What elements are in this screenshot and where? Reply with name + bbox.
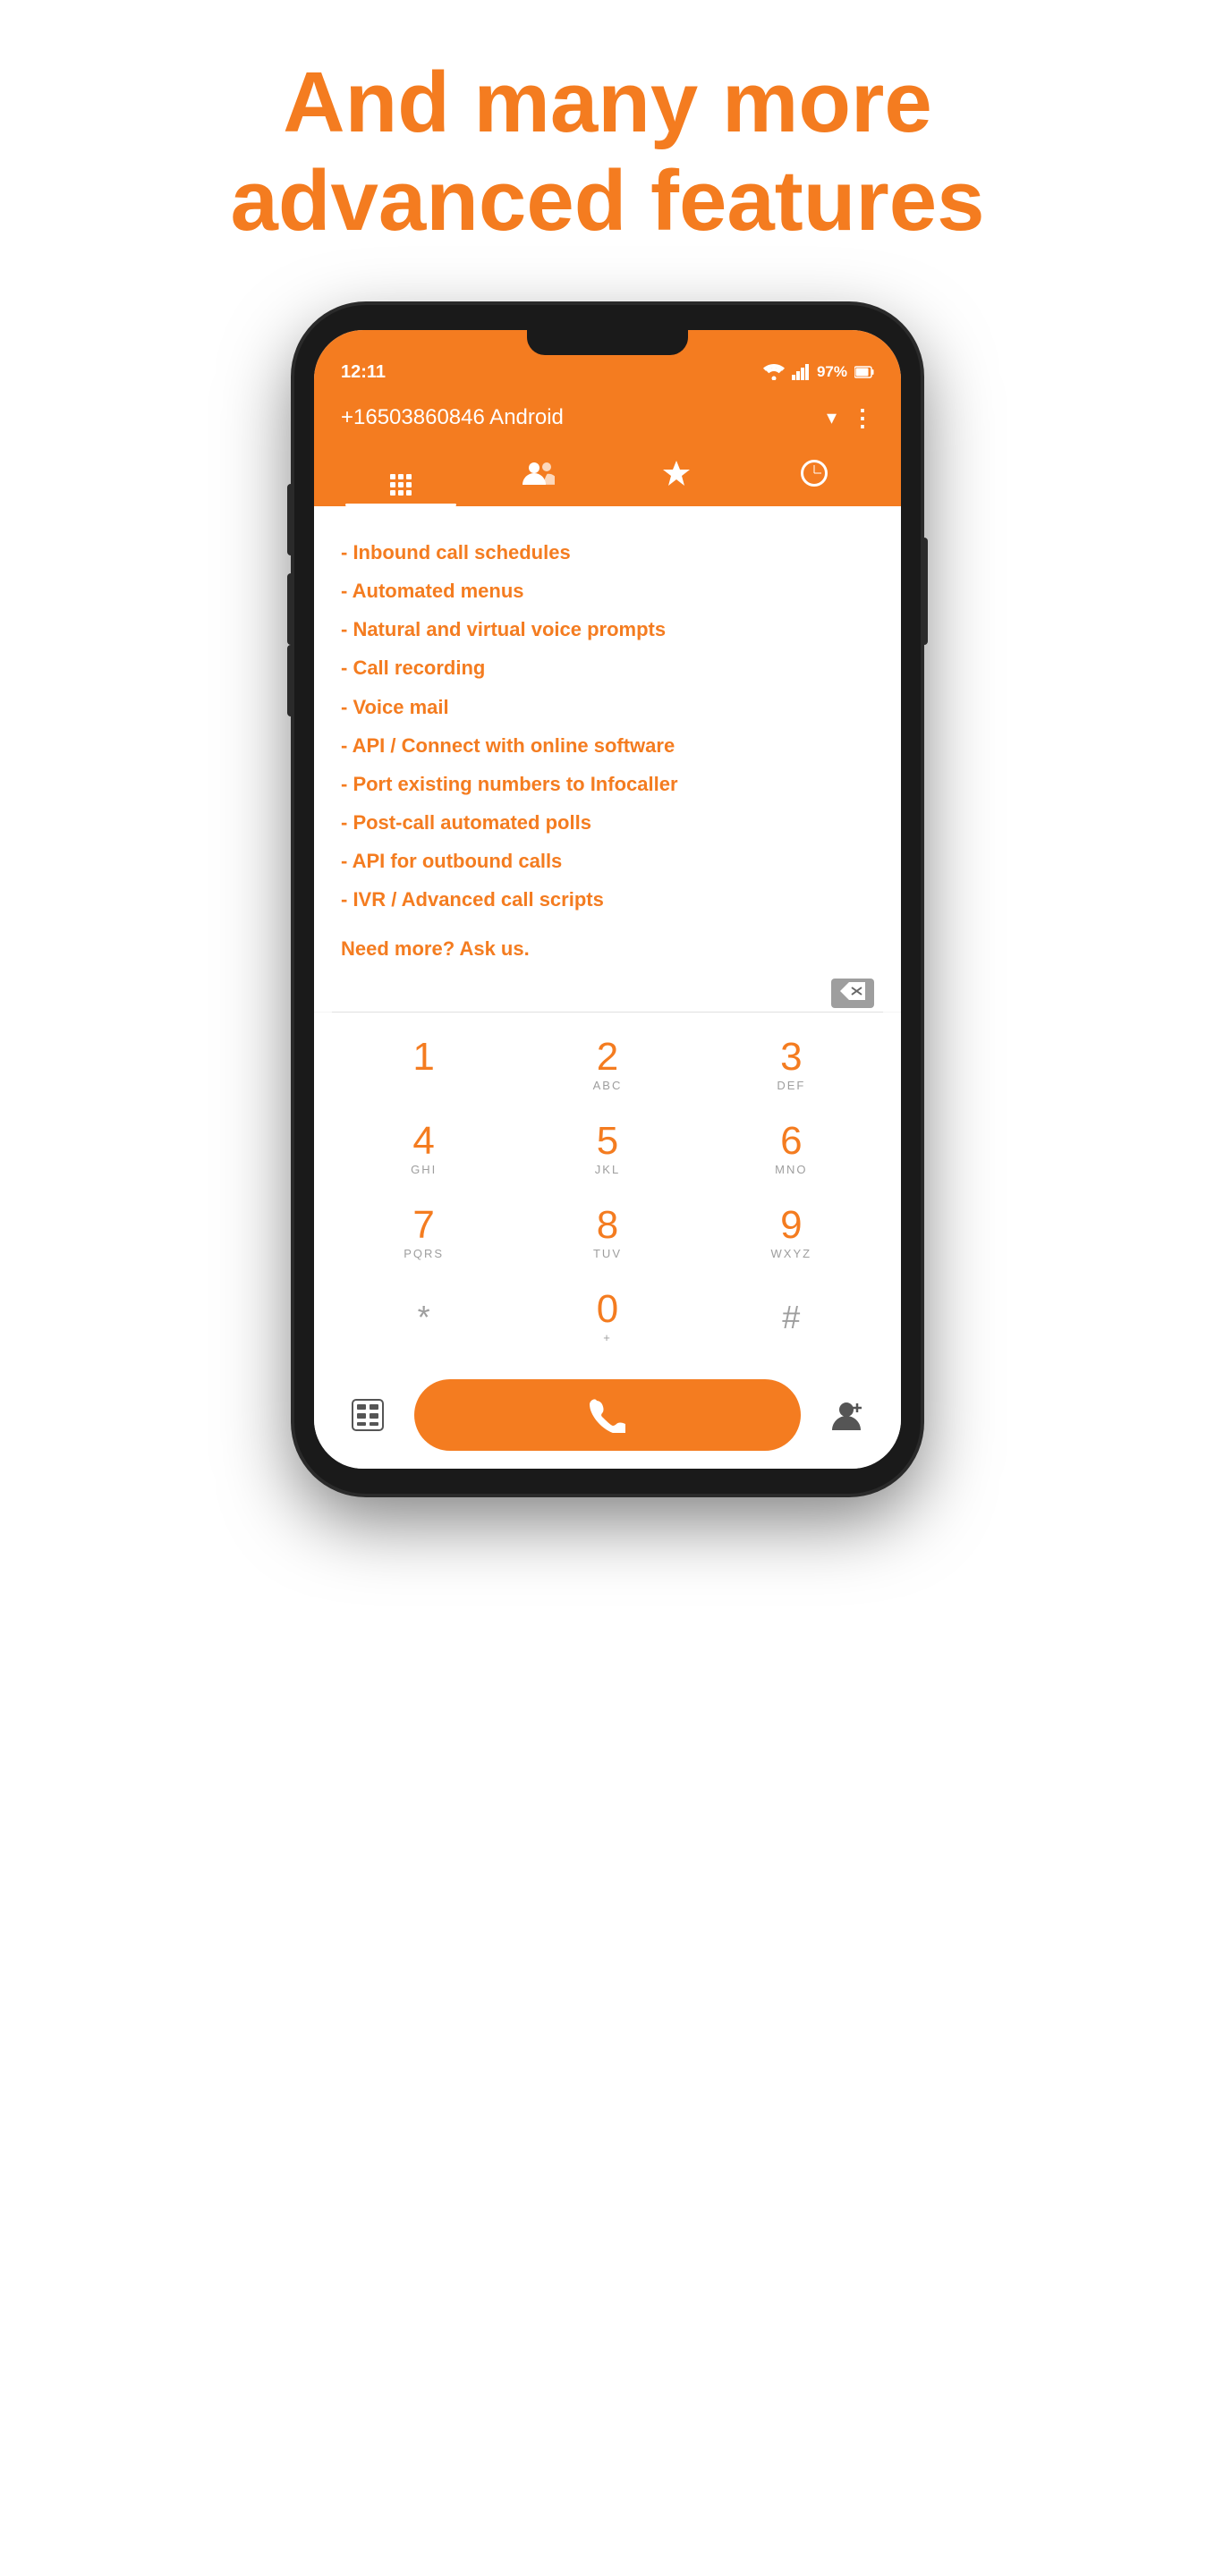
digit-3: 3: [780, 1038, 802, 1077]
wifi-icon: [763, 364, 785, 380]
app-title-row: +16503860846 Android ▾ ⋮: [332, 399, 883, 445]
phone-frame: 12:11 97%: [294, 305, 921, 1494]
letters-9: WXYZ: [771, 1247, 812, 1260]
digit-5: 5: [597, 1122, 618, 1161]
bottom-bar: [314, 1370, 901, 1469]
call-button[interactable]: [414, 1379, 801, 1451]
dial-key-9[interactable]: 9 WXYZ: [728, 1193, 854, 1274]
letters-5: JKL: [595, 1163, 620, 1176]
letters-2: ABC: [593, 1079, 623, 1092]
symbol-star: *: [418, 1299, 430, 1336]
digit-7: 7: [412, 1206, 434, 1245]
power-button: [921, 538, 928, 645]
feature-item-7: - Port existing numbers to Infocaller: [341, 765, 874, 803]
dial-key-7[interactable]: 7 PQRS: [361, 1193, 487, 1274]
feature-item-4: - Call recording: [341, 648, 874, 687]
add-contact-button[interactable]: [811, 1379, 883, 1451]
feature-item-8: - Post-call automated polls: [341, 803, 874, 842]
star-icon: [661, 459, 692, 487]
letters-1: [421, 1079, 427, 1092]
feature-item-9: - API for outbound calls: [341, 842, 874, 880]
feature-item-10: - IVR / Advanced call scripts: [341, 880, 874, 919]
dial-key-6[interactable]: 6 MNO: [728, 1109, 854, 1190]
dialpad-icon: [390, 474, 412, 496]
dial-key-hash[interactable]: #: [728, 1277, 854, 1358]
features-content: - Inbound call schedules - Automated men…: [314, 506, 901, 971]
letters-8: TUV: [593, 1247, 622, 1260]
battery-text: 97%: [817, 363, 847, 381]
letters-0: +: [603, 1331, 612, 1344]
signal-icon: [792, 364, 810, 380]
app-title: +16503860846 Android: [341, 405, 564, 430]
symbol-hash: #: [782, 1299, 800, 1336]
people-icon: [523, 460, 555, 487]
dial-key-0[interactable]: 0 +: [545, 1277, 670, 1358]
tab-favorites[interactable]: [608, 446, 745, 504]
backspace-row: [314, 971, 901, 1012]
digit-0: 0: [597, 1290, 618, 1329]
backspace-button[interactable]: [831, 979, 874, 1008]
letters-7: PQRS: [404, 1247, 444, 1260]
digit-8: 8: [597, 1206, 618, 1245]
letters-3: DEF: [777, 1079, 805, 1092]
dial-key-4[interactable]: 4 GHI: [361, 1109, 487, 1190]
calculator-button[interactable]: [332, 1379, 404, 1451]
letters-4: GHI: [411, 1163, 437, 1176]
feature-item-1: - Inbound call schedules: [341, 533, 874, 572]
dialpad-row-1: 1 2 ABC 3 DEF: [332, 1025, 883, 1106]
dialpad: 1 2 ABC 3 DEF 4 GHI: [314, 1013, 901, 1370]
dialpad-row-2: 4 GHI 5 JKL 6 MNO: [332, 1109, 883, 1190]
dial-key-1[interactable]: 1: [361, 1025, 487, 1106]
ask-more-text: Need more? Ask us.: [341, 937, 874, 961]
dial-key-5[interactable]: 5 JKL: [545, 1109, 670, 1190]
digit-2: 2: [597, 1038, 618, 1077]
status-time: 12:11: [341, 362, 386, 383]
battery-icon: [854, 366, 874, 378]
tab-contacts[interactable]: [470, 447, 608, 504]
clock-icon: [801, 460, 828, 487]
dial-key-2[interactable]: 2 ABC: [545, 1025, 670, 1106]
digit-9: 9: [780, 1206, 802, 1245]
letters-6: MNO: [775, 1163, 807, 1176]
dialpad-row-3: 7 PQRS 8 TUV 9 WXYZ: [332, 1193, 883, 1274]
feature-item-2: - Automated menus: [341, 572, 874, 610]
feature-item-6: - API / Connect with online software: [341, 726, 874, 765]
tab-recents[interactable]: [745, 447, 883, 504]
dropdown-icon[interactable]: ▾: [827, 406, 837, 429]
app-header: +16503860846 Android ▾ ⋮: [314, 390, 901, 506]
nav-tabs: [332, 445, 883, 506]
digit-4: 4: [412, 1122, 434, 1161]
status-bar: 12:11 97%: [314, 330, 901, 390]
feature-item-5: - Voice mail: [341, 688, 874, 726]
dial-key-8[interactable]: 8 TUV: [545, 1193, 670, 1274]
phone-screen: 12:11 97%: [314, 330, 901, 1469]
digit-6: 6: [780, 1122, 802, 1161]
digit-1: 1: [412, 1038, 434, 1077]
more-options-icon[interactable]: ⋮: [851, 404, 874, 432]
feature-list: - Inbound call schedules - Automated men…: [341, 533, 874, 919]
dialpad-row-4: * 0 + #: [332, 1277, 883, 1358]
status-icons: 97%: [763, 363, 874, 381]
headline-text: And many more advanced features: [230, 54, 984, 251]
headline-section: And many more advanced features: [230, 54, 984, 251]
phone-mockup: 12:11 97%: [294, 305, 921, 1494]
tab-dialpad[interactable]: [332, 445, 470, 506]
dial-key-star[interactable]: *: [361, 1277, 487, 1358]
dial-key-3[interactable]: 3 DEF: [728, 1025, 854, 1106]
app-title-actions: ▾ ⋮: [827, 404, 874, 432]
feature-item-3: - Natural and virtual voice prompts: [341, 610, 874, 648]
